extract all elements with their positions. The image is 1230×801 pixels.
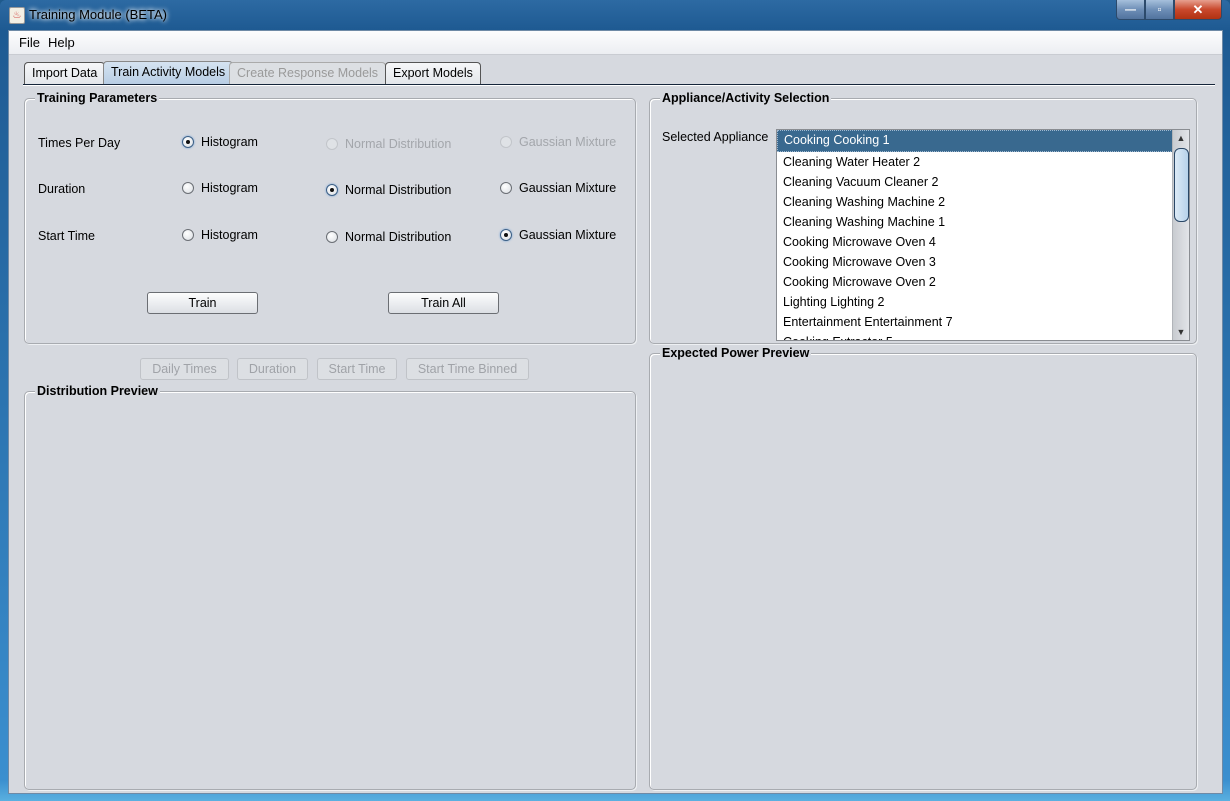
appliance-list-item[interactable]: Cleaning Washing Machine 2 (777, 192, 1189, 212)
distribution-preview-title: Distribution Preview (35, 384, 160, 398)
radio-icon (326, 231, 338, 243)
scrollbar-thumb[interactable] (1174, 148, 1189, 222)
radio-label: Normal Distribution (345, 137, 452, 151)
appliance-list-item[interactable]: Entertainment Entertainment 7 (777, 312, 1189, 332)
radio-icon (182, 182, 194, 194)
appliance-list-item[interactable]: Cooking Microwave Oven 3 (777, 252, 1189, 272)
start-time-normal-radio[interactable]: Normal Distribution (326, 230, 451, 244)
java-app-icon: ♨ (9, 7, 25, 24)
start-time-button: Start Time (317, 358, 397, 380)
times-per-day-normal-radio: Normal Distribution (326, 137, 451, 151)
appliance-list-scrollbar[interactable]: ▲ ▼ (1172, 130, 1189, 340)
menu-help[interactable]: Help (48, 35, 75, 50)
times-per-day-histogram-radio[interactable]: Histogram (182, 135, 258, 149)
menu-bar: File Help (9, 31, 1222, 55)
radio-icon (500, 136, 512, 148)
radio-icon (182, 136, 194, 148)
duration-button: Duration (237, 358, 308, 380)
appliance-list-item[interactable]: Cooking Extractor 5 (777, 332, 1189, 340)
train-button[interactable]: Train (147, 292, 258, 314)
duration-normal-radio[interactable]: Normal Distribution (326, 183, 451, 197)
daily-times-button: Daily Times (140, 358, 229, 380)
appliance-list-item[interactable]: Cleaning Vacuum Cleaner 2 (777, 172, 1189, 192)
appliance-list-item[interactable]: Cooking Microwave Oven 4 (777, 232, 1189, 252)
tab-divider (23, 84, 1215, 86)
radio-icon (326, 138, 338, 150)
tab-export-models[interactable]: Export Models (385, 62, 481, 84)
times-per-day-gaussian-radio: Gaussian Mixture (500, 135, 616, 149)
tab-import-data[interactable]: Import Data (24, 62, 106, 84)
close-icon: ✕ (1192, 1, 1204, 17)
minimize-icon: — (1125, 3, 1136, 16)
radio-icon (182, 229, 194, 241)
application-window: ♨ Training Module (BETA) — ▫ ✕ File Help… (0, 0, 1230, 801)
appliance-selection-panel: Appliance/Activity Selection Selected Ap… (649, 91, 1197, 344)
start-time-histogram-radio[interactable]: Histogram (182, 228, 258, 242)
close-button[interactable]: ✕ (1174, 0, 1222, 20)
maximize-icon: ▫ (1157, 3, 1162, 16)
maximize-button[interactable]: ▫ (1145, 0, 1174, 20)
duration-label: Duration (38, 182, 86, 196)
radio-label: Histogram (201, 228, 258, 242)
distribution-preview-panel: Distribution Preview (24, 384, 636, 790)
radio-label: Gaussian Mixture (519, 181, 617, 195)
appliance-list[interactable]: Cooking Cooking 1 Cleaning Water Heater … (776, 129, 1190, 341)
menu-file[interactable]: File (19, 35, 40, 50)
start-time-binned-button: Start Time Binned (406, 358, 529, 380)
minimize-button[interactable]: — (1116, 0, 1145, 20)
radio-label: Gaussian Mixture (519, 135, 617, 149)
appliance-list-item[interactable]: Lighting Lighting 2 (777, 292, 1189, 312)
client-area: File Help Import Data Train Activity Mod… (8, 30, 1223, 794)
radio-label: Gaussian Mixture (519, 228, 617, 242)
expected-power-preview-title: Expected Power Preview (660, 346, 812, 360)
appliance-list-item[interactable]: Cleaning Washing Machine 1 (777, 212, 1189, 232)
appliance-list-item[interactable]: Cooking Cooking 1 (777, 130, 1189, 152)
duration-histogram-radio[interactable]: Histogram (182, 181, 258, 195)
duration-gaussian-radio[interactable]: Gaussian Mixture (500, 181, 616, 195)
radio-label: Normal Distribution (345, 230, 452, 244)
start-time-label: Start Time (38, 229, 95, 243)
scroll-down-arrow-icon[interactable]: ▼ (1173, 325, 1189, 339)
radio-icon (500, 182, 512, 194)
radio-label: Histogram (201, 135, 258, 149)
times-per-day-label: Times Per Day (38, 136, 121, 150)
radio-label: Histogram (201, 181, 258, 195)
tab-create-response-models: Create Response Models (229, 62, 387, 84)
start-time-gaussian-radio[interactable]: Gaussian Mixture (500, 228, 616, 242)
radio-icon (500, 229, 512, 241)
appliance-selection-title: Appliance/Activity Selection (660, 91, 832, 105)
training-parameters-panel: Training Parameters Times Per Day Histog… (24, 91, 636, 344)
title-bar[interactable]: ♨ Training Module (BETA) — ▫ ✕ (0, 0, 1230, 30)
radio-icon (326, 184, 338, 196)
appliance-list-item[interactable]: Cooking Microwave Oven 2 (777, 272, 1189, 292)
selected-appliance-label: Selected Appliance (662, 130, 769, 144)
window-title: Training Module (BETA) (29, 7, 167, 22)
radio-label: Normal Distribution (345, 183, 452, 197)
scroll-up-arrow-icon[interactable]: ▲ (1173, 131, 1189, 145)
appliance-list-item[interactable]: Cleaning Water Heater 2 (777, 152, 1189, 172)
tab-train-activity-models[interactable]: Train Activity Models (103, 61, 234, 85)
train-all-button[interactable]: Train All (388, 292, 499, 314)
training-parameters-title: Training Parameters (35, 91, 160, 105)
expected-power-preview-panel: Expected Power Preview (649, 346, 1197, 790)
